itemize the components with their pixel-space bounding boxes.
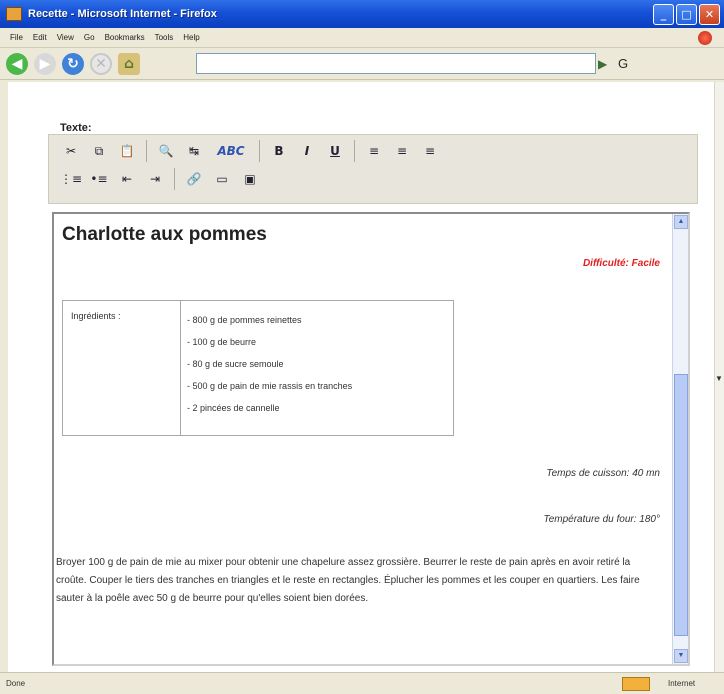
rich-text-area[interactable]: Charlotte aux pommes Difficulté: Facile … <box>52 212 690 666</box>
navigation-toolbar: ◀ ▶ ↻ ✕ ⌂ ▶ G <box>0 48 724 80</box>
ingredients-list: - 800 g de pommes reinettes - 100 g de b… <box>181 301 352 419</box>
editor-label: Texte: <box>60 122 92 134</box>
zone-icon <box>622 677 650 691</box>
scroll-thumb[interactable] <box>674 374 688 636</box>
underline-button[interactable]: U <box>324 140 346 162</box>
paste-icon[interactable]: 📋 <box>116 140 138 162</box>
close-button[interactable]: ✕ <box>699 4 720 25</box>
ingredient-item: - 800 g de pommes reinettes <box>187 315 302 325</box>
editor-toolbar-row-2: ⋮≡ •≡ ⇤ ⇥ 🔗 ▭ ▣ <box>60 168 267 190</box>
unordered-list-icon[interactable]: •≡ <box>88 168 110 190</box>
cut-icon[interactable]: ✂ <box>60 140 82 162</box>
toolbar-separator <box>146 140 147 162</box>
ingredients-table: Ingrédients : - 800 g de pommes reinette… <box>62 300 454 436</box>
italic-button[interactable]: I <box>296 140 318 162</box>
ordered-list-icon[interactable]: ⋮≡ <box>60 168 82 190</box>
editor-scrollbar[interactable]: ▲ ▼ <box>672 214 688 664</box>
copy-icon[interactable]: ⧉ <box>88 140 110 162</box>
menu-file[interactable]: File <box>10 33 23 42</box>
menu-bar: File Edit View Go Bookmarks Tools Help <box>0 28 724 48</box>
zone-label: Internet <box>668 679 696 688</box>
table-icon[interactable]: ▭ <box>211 168 233 190</box>
image-icon[interactable]: ▣ <box>239 168 261 190</box>
align-left-icon[interactable]: ≡ <box>363 140 385 162</box>
menu-view[interactable]: View <box>57 33 74 42</box>
align-center-icon[interactable]: ≡ <box>391 140 413 162</box>
ingredient-item: - 100 g de beurre <box>187 337 257 347</box>
window-controls: _ □ ✕ <box>653 4 720 25</box>
go-icon[interactable]: ▶ <box>598 57 612 71</box>
cooking-time: Temps de cuisson: 40 mn <box>546 468 660 479</box>
outdent-icon[interactable]: ⇤ <box>116 168 138 190</box>
recipe-instructions: Broyer 100 g de pain de mie au mixer pou… <box>56 557 640 604</box>
scroll-down-icon[interactable]: ▼ <box>674 649 688 663</box>
difficulty-label: Difficulté: Facile <box>582 258 660 269</box>
text-editor-group: Texte: ✂ ⧉ 📋 🔍 ↹ ABC B I U ≡ ≡ ≡ ⋮≡ •≡ ⇤… <box>48 122 698 672</box>
oven-temperature: Température du four: 180° <box>543 514 660 525</box>
ingredient-item: - 500 g de pain de mie rassis en tranche… <box>187 381 353 391</box>
toolbar-separator <box>354 140 355 162</box>
menu-help[interactable]: Help <box>183 33 199 42</box>
menu-tools[interactable]: Tools <box>155 33 174 42</box>
browser-icon <box>6 7 22 21</box>
spellcheck-icon[interactable]: ABC <box>211 140 251 162</box>
home-icon[interactable]: ⌂ <box>118 52 140 75</box>
throbber-icon <box>698 31 712 45</box>
menu-bookmarks[interactable]: Bookmarks <box>105 33 145 42</box>
title-bar: Recette - Microsoft Internet - Firefox _… <box>0 0 724 28</box>
maximize-button[interactable]: □ <box>676 4 697 25</box>
back-icon[interactable]: ◀ <box>6 52 28 75</box>
editor-toolbar-row-1: ✂ ⧉ 📋 🔍 ↹ ABC B I U ≡ ≡ ≡ <box>60 140 447 162</box>
bold-button[interactable]: B <box>268 140 290 162</box>
toolbar-separator <box>259 140 260 162</box>
search-icon[interactable]: G <box>618 56 628 71</box>
forward-icon[interactable]: ▶ <box>34 52 56 75</box>
menu-go[interactable]: Go <box>84 33 95 42</box>
status-text: Done <box>6 679 26 688</box>
toolbar-separator <box>174 168 175 190</box>
ingredients-label: Ingrédients : <box>63 301 181 435</box>
menu-edit[interactable]: Edit <box>33 33 47 42</box>
indent-icon[interactable]: ⇥ <box>144 168 166 190</box>
replace-icon[interactable]: ↹ <box>183 140 205 162</box>
page-viewport: Texte: ✂ ⧉ 📋 🔍 ↹ ABC B I U ≡ ≡ ≡ ⋮≡ •≡ ⇤… <box>8 82 714 672</box>
stop-icon[interactable]: ✕ <box>90 52 112 75</box>
reload-icon[interactable]: ↻ <box>62 52 84 75</box>
status-bar: Done Internet <box>0 672 724 694</box>
recipe-title: Charlotte aux pommes <box>62 224 267 245</box>
address-bar[interactable] <box>196 53 596 74</box>
scroll-up-icon[interactable]: ▲ <box>674 215 688 229</box>
ingredient-item: - 2 pincées de cannelle <box>187 403 280 413</box>
scroll-arrow-icon[interactable]: ▼ <box>715 374 723 383</box>
minimize-button[interactable]: _ <box>653 4 674 25</box>
align-right-icon[interactable]: ≡ <box>419 140 441 162</box>
page-scrollbar[interactable]: ▼ <box>714 82 724 672</box>
window-title: Recette - Microsoft Internet - Firefox <box>28 8 217 20</box>
ingredient-item: - 80 g de sucre semoule <box>187 359 284 369</box>
find-icon[interactable]: 🔍 <box>155 140 177 162</box>
link-icon[interactable]: 🔗 <box>183 168 205 190</box>
